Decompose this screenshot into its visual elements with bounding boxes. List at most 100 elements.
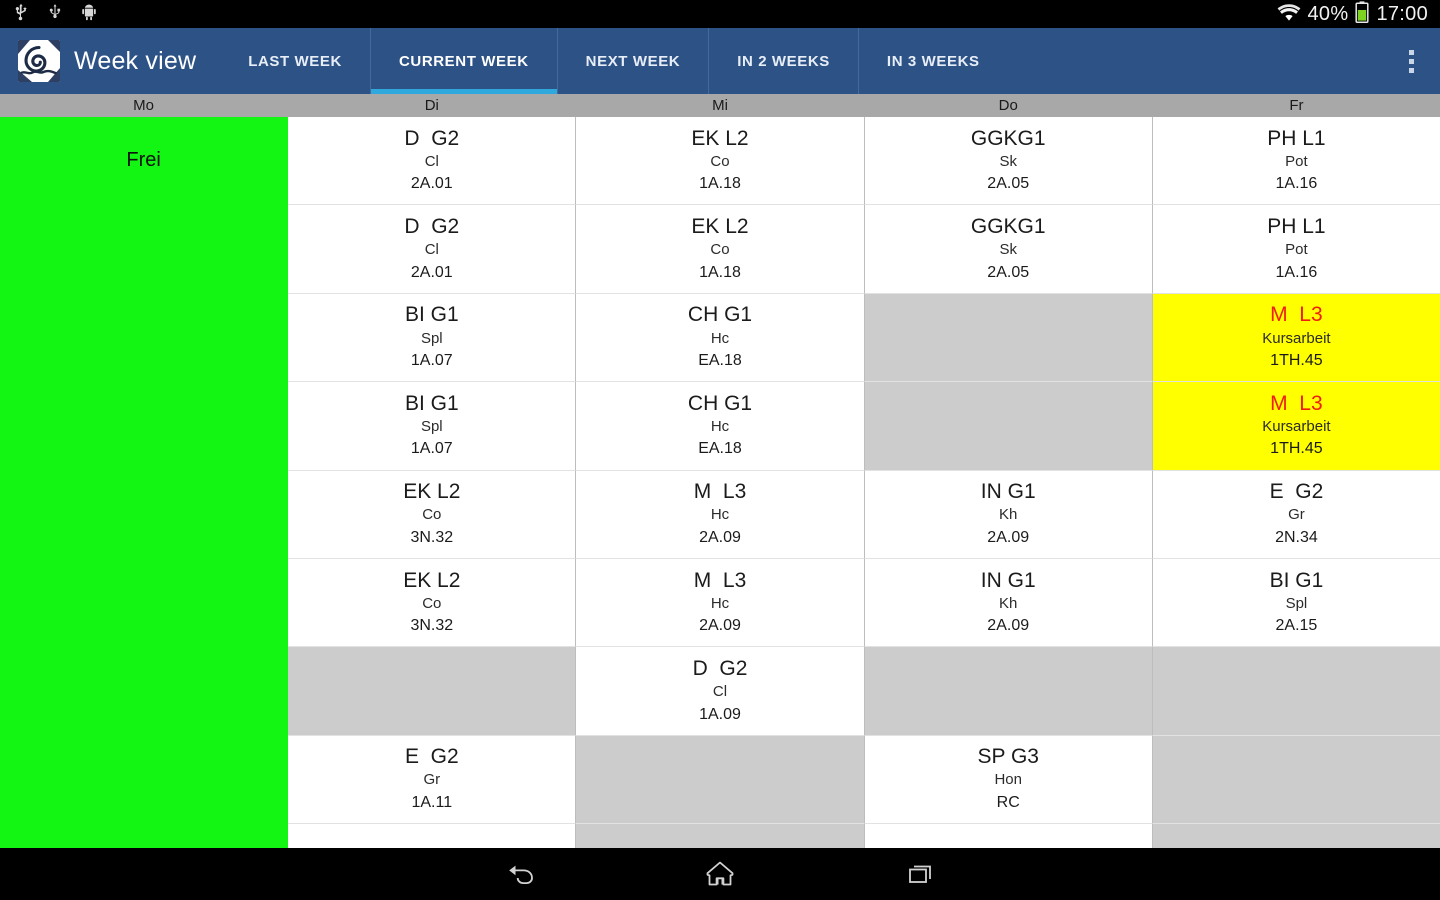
timetable-cell-lesson[interactable]: D G2 Cl 1A.09 <box>576 647 865 736</box>
timetable-cell-lesson[interactable]: EK L2 Co 1A.18 <box>576 117 865 206</box>
lesson-room: 2A.01 <box>410 175 453 193</box>
lesson-subject: BI G1 <box>404 303 459 327</box>
lesson-subject: SP G3 <box>977 745 1039 769</box>
lesson-teacher: Kursarbeit <box>1262 417 1331 435</box>
timetable-cell-lesson[interactable]: SP G3 Hon RC <box>864 735 1153 825</box>
lesson-teacher: Pot <box>1285 241 1308 259</box>
lesson-room: 2A.09 <box>699 617 741 635</box>
day-header-do: Do <box>865 94 1153 117</box>
timetable-cell-empty <box>288 647 577 736</box>
lesson-teacher: Gr <box>423 771 441 789</box>
timetable-cell-free[interactable]: Frei <box>0 117 289 206</box>
lesson-teacher: Gr <box>1288 506 1305 524</box>
lesson-teacher: Spl <box>1285 594 1308 612</box>
status-bar-right: 40% 17:00 <box>1277 0 1429 28</box>
timetable-cell-free[interactable] <box>0 382 289 471</box>
lesson-room: EA.18 <box>698 352 742 369</box>
timetable-cell-lesson[interactable]: EK L2 Co 3N.32 <box>288 470 577 559</box>
timetable-cell-lesson[interactable]: M L3 Hc 2A.09 <box>576 470 865 559</box>
lesson-subject: EK L2 <box>691 214 749 238</box>
tab-last-week-label: LAST WEEK <box>248 52 342 70</box>
timetable-cell-lesson[interactable]: SP G3 <box>864 824 1153 848</box>
lesson-room: 1A.11 <box>411 793 453 811</box>
lesson-room: 1TH.45 <box>1270 352 1323 369</box>
lesson-room: 2A.09 <box>699 528 741 546</box>
lesson-room: 1A.18 <box>699 263 741 281</box>
timetable-row: BI G1 Spl 1A.07 CH G1 Hc EA.18 M L3 Kursarbeit 1… <box>0 382 1440 471</box>
timetable-cell-free[interactable] <box>0 293 289 383</box>
timetable-cell-empty <box>1152 647 1440 736</box>
timetable-cell-lesson[interactable]: CH G1 Hc EA.18 <box>576 382 865 471</box>
lesson-room: 2A.09 <box>987 528 1030 546</box>
tab-current-week[interactable]: CURRENT WEEK <box>369 28 557 94</box>
timetable-row: E G2 SP G3 <box>0 824 1440 848</box>
day-header-mi: Mi <box>576 94 865 117</box>
timetable-cell-lesson[interactable]: E G2 <box>288 824 577 848</box>
free-label: Frei <box>126 149 161 172</box>
tab-last-week[interactable]: LAST WEEK <box>220 28 370 94</box>
lesson-subject: E G2 <box>1269 480 1324 504</box>
timetable-cell-lesson[interactable]: M L3 Hc 2A.09 <box>576 558 865 648</box>
battery-icon <box>1355 0 1369 28</box>
app-bar: Week view LAST WEEK CURRENT WEEK NEXT WE… <box>0 28 1440 94</box>
timetable-row: D G2 Cl 2A.01 EK L2 Co 1A.18 GGKG1 Sk 2A.05 PH L1… <box>0 205 1440 294</box>
timetable-cell-lesson[interactable]: BI G1 Spl 1A.07 <box>288 293 577 383</box>
timetable-cell-lesson[interactable]: E G2 Gr 2N.34 <box>1152 470 1440 559</box>
timetable-cell-lesson[interactable]: PH L1 Pot 1A.16 <box>1152 117 1440 206</box>
timetable-cell-lesson[interactable]: IN G1 Kh 2A.09 <box>864 558 1153 648</box>
lesson-subject: M L3 <box>693 480 747 504</box>
lesson-teacher: Kursarbeit <box>1262 329 1331 347</box>
lesson-teacher: Pot <box>1285 152 1308 170</box>
timetable-cell-lesson[interactable]: BI G1 Spl 1A.07 <box>288 382 577 471</box>
timetable-row: D G2 Cl 1A.09 <box>0 647 1440 736</box>
lesson-room: 2A.05 <box>987 175 1030 193</box>
back-icon[interactable] <box>491 854 547 894</box>
tab-in-2-weeks[interactable]: IN 2 WEEKS <box>708 28 858 94</box>
timetable-cell-lesson[interactable]: EK L2 Co 1A.18 <box>576 205 865 294</box>
timetable-cell-lesson[interactable]: BI G1 Spl 2A.15 <box>1152 558 1440 648</box>
day-header-di: Di <box>288 94 577 117</box>
timetable-cell-lesson[interactable]: EK L2 Co 3N.32 <box>288 558 577 648</box>
lesson-room: EA.18 <box>698 440 742 458</box>
timetable-cell-lesson[interactable]: CH G1 Hc EA.18 <box>576 293 865 383</box>
timetable-cell-empty <box>864 382 1153 471</box>
lesson-subject: EK L2 <box>403 568 461 592</box>
recents-icon[interactable] <box>893 854 949 894</box>
lesson-teacher: Cl <box>424 152 439 170</box>
lesson-subject: PH L1 <box>1267 126 1326 150</box>
timetable-cell-lesson[interactable]: E G2 Gr 1A.11 <box>288 735 577 825</box>
timetable-cell-lesson[interactable]: D G2 Cl 2A.01 <box>288 205 577 294</box>
lesson-subject: E G2 <box>404 745 459 769</box>
timetable-cell-empty <box>1152 824 1440 848</box>
timetable-cell-free[interactable] <box>0 205 289 294</box>
battery-percent-label: 40% <box>1307 3 1349 25</box>
lesson-room: 3N.32 <box>410 528 454 546</box>
timetable-cell-free[interactable] <box>0 735 289 825</box>
timetable-cell-lesson[interactable]: GGKG1 Sk 2A.05 <box>864 117 1153 206</box>
timetable-cell-exam[interactable]: M L3 Kursarbeit 1TH.45 <box>1152 382 1440 471</box>
timetable-row: EK L2 Co 3N.32 M L3 Hc 2A.09 IN G1 Kh 2A.09 BI G1… <box>0 558 1440 648</box>
lesson-teacher: Co <box>710 152 730 170</box>
lesson-room: 2A.09 <box>987 617 1030 635</box>
timetable-cell-lesson[interactable]: D G2 Cl 2A.01 <box>288 117 577 206</box>
lesson-teacher: Spl <box>420 417 443 435</box>
home-icon[interactable] <box>692 854 748 894</box>
lesson-teacher: Hc <box>710 417 730 435</box>
lesson-subject: GGKG1 <box>970 214 1046 238</box>
lesson-teacher: Hc <box>710 594 730 612</box>
timetable-cell-free[interactable] <box>0 824 289 848</box>
timetable-cell-lesson[interactable]: IN G1 Kh 2A.09 <box>864 470 1153 559</box>
timetable-cell-exam[interactable]: M L3 Kursarbeit 1TH.45 <box>1152 293 1440 383</box>
timetable-cell-free[interactable] <box>0 647 289 736</box>
timetable-cell-free[interactable] <box>0 470 289 559</box>
tab-next-week[interactable]: NEXT WEEK <box>556 28 709 94</box>
day-header-row: Mo Di Mi Do Fr <box>0 94 1440 117</box>
timetable-cell-lesson[interactable]: GGKG1 Sk 2A.05 <box>864 205 1153 294</box>
lesson-subject: D G2 <box>404 126 460 150</box>
lesson-teacher: Cl <box>424 241 439 259</box>
timetable-cell-lesson[interactable]: PH L1 Pot 1A.16 <box>1152 205 1440 294</box>
overflow-menu-icon[interactable] <box>1409 49 1414 73</box>
timetable-cell-free[interactable] <box>0 558 289 648</box>
day-header-fr: Fr <box>1153 94 1440 117</box>
tab-in-3-weeks[interactable]: IN 3 WEEKS <box>857 28 1008 94</box>
